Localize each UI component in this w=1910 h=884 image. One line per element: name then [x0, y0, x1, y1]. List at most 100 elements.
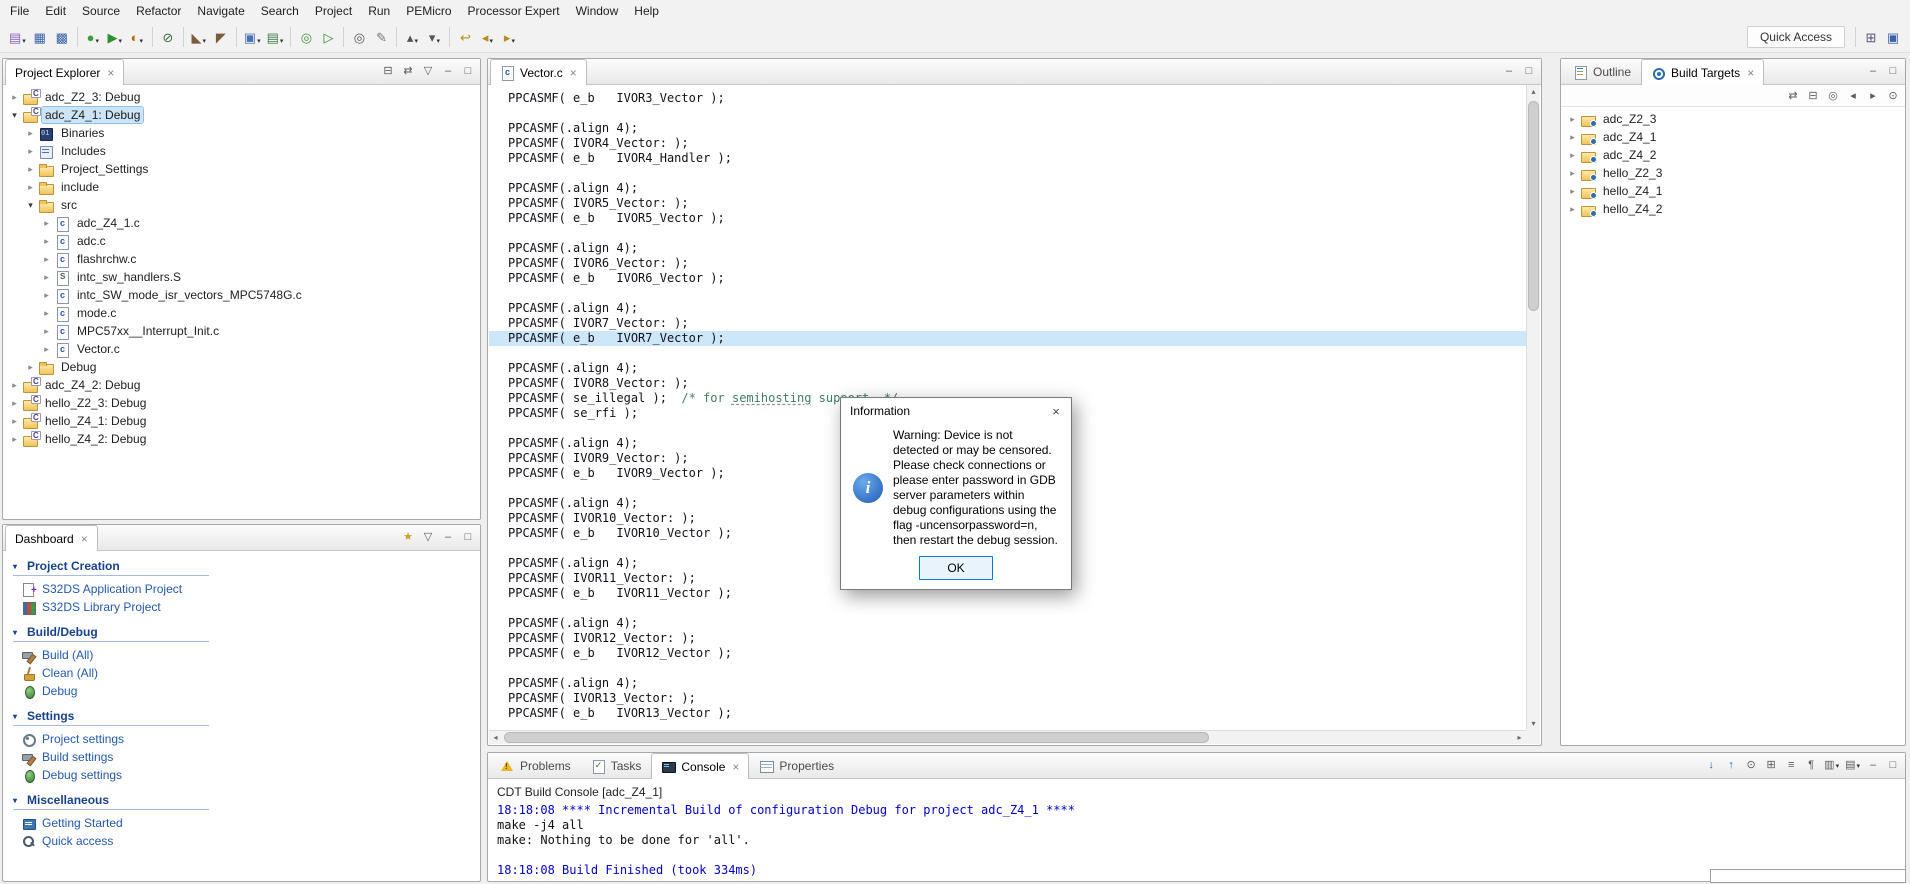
tree-item-adc-z4-1-debug[interactable]: ▾ adc_Z4_1: Debug [3, 106, 480, 124]
icon-minimize[interactable]: – [439, 527, 457, 546]
toolbar-button-search[interactable]: ◎ [348, 26, 370, 49]
toolbar-button-debug[interactable]: ● ▾ [82, 26, 104, 49]
expand-icon[interactable]: ▸ [7, 416, 22, 427]
toolbar-button-new-source-file[interactable]: ▤ ▾ [264, 26, 287, 49]
close-icon[interactable]: × [107, 66, 114, 80]
dashboard-link-project-settings[interactable]: Project settings [21, 730, 480, 748]
dashboard-link-clean-all[interactable]: Clean (All) [21, 664, 480, 682]
collapse-icon[interactable]: ▾ [23, 200, 38, 211]
code-line[interactable]: PPCASMF( e_b IVOR3_Vector ); [489, 91, 1526, 106]
icon-minimize[interactable]: – [1864, 61, 1882, 80]
toolbar-button-toggle-mark-occurrences[interactable]: ✎ [370, 26, 392, 49]
code-line[interactable] [489, 106, 1526, 121]
icon-minimize[interactable]: – [1500, 61, 1518, 80]
code-line[interactable]: PPCASMF( IVOR8_Vector: ); [489, 376, 1526, 391]
tab-vector-c[interactable]: Vector.c × [490, 59, 587, 85]
code-line[interactable]: PPCASMF( IVOR4_Vector: ); [489, 136, 1526, 151]
tree-item-include[interactable]: ▸ include [3, 178, 480, 196]
dashboard-link-debug-settings[interactable]: Debug settings [21, 766, 480, 784]
expand-icon[interactable]: ▸ [1565, 204, 1580, 215]
expand-icon[interactable]: ▸ [7, 92, 22, 103]
menu-navigate[interactable]: Navigate [189, 1, 252, 21]
build-target-adc-z4-2[interactable]: ▸ adc_Z4_2 [1561, 146, 1905, 164]
scroll-right-icon[interactable]: ▸ [1513, 731, 1526, 744]
expand-icon[interactable]: ▸ [23, 362, 38, 373]
toolbar-button-next-annotation[interactable]: ▾ ▾ [423, 26, 445, 49]
icon-sort[interactable]: ⇄ [1784, 86, 1802, 105]
editor-horizontal-scrollbar[interactable]: ◂ ▸ [489, 730, 1526, 744]
dialog-close-icon[interactable]: × [1041, 398, 1071, 424]
icon-open-console[interactable]: ▤ ▾ [1843, 755, 1862, 774]
horizontal-scrollbar-thumb[interactable] [504, 732, 1210, 743]
expand-icon[interactable]: ▸ [1565, 150, 1580, 161]
menu-edit[interactable]: Edit [37, 1, 74, 21]
toolbar-button-cpp-perspective[interactable]: ▣ [1882, 26, 1904, 49]
build-target-hello-z4-2[interactable]: ▸ hello_Z4_2 [1561, 200, 1905, 218]
code-line[interactable]: PPCASMF(.align 4); [489, 121, 1526, 136]
tree-item-debug[interactable]: ▸ Debug [3, 358, 480, 376]
dashboard-link-getting-started[interactable]: Getting Started [21, 814, 480, 832]
code-line[interactable]: PPCASMF( IVOR6_Vector: ); [489, 256, 1526, 271]
toolbar-button-run[interactable]: ▶ ▾ [104, 26, 126, 49]
code-line[interactable]: PPCASMF( e_b IVOR5_Vector ); [489, 211, 1526, 226]
dashboard-link-quick-access[interactable]: Quick access [21, 832, 480, 850]
expand-icon[interactable]: ▸ [23, 146, 38, 157]
code-line[interactable]: PPCASMF( e_b IVOR4_Handler ); [489, 151, 1526, 166]
build-target-hello-z2-3[interactable]: ▸ hello_Z2_3 [1561, 164, 1905, 182]
tab-console[interactable]: Console × [651, 753, 750, 779]
editor-vertical-scrollbar[interactable]: ▴ ▾ [1526, 85, 1540, 730]
tab-build-targets[interactable]: Build Targets × [1641, 59, 1765, 85]
tree-item-binaries[interactable]: ▸ Binaries [3, 124, 480, 142]
expand-icon[interactable]: ▸ [39, 290, 54, 301]
toolbar-button-run-configurations[interactable]: ▷ [317, 26, 339, 49]
icon-collapse-all[interactable]: ⊟ [1804, 86, 1822, 105]
icon-back[interactable]: ◂ [1844, 86, 1862, 105]
vertical-scrollbar-thumb[interactable] [1528, 101, 1539, 311]
expand-icon[interactable]: ▸ [39, 254, 54, 265]
code-line[interactable] [489, 661, 1526, 676]
menu-pemicro[interactable]: PEMicro [398, 1, 459, 21]
tree-item-hello-z4-1-debug[interactable]: ▸ hello_Z4_1: Debug [3, 412, 480, 430]
close-icon[interactable]: × [81, 532, 88, 546]
icon-show-console-on-output[interactable]: ↓ [1702, 755, 1720, 774]
code-line[interactable]: PPCASMF( IVOR5_Vector: ); [489, 196, 1526, 211]
menu-project[interactable]: Project [307, 1, 360, 21]
code-line[interactable] [489, 166, 1526, 181]
expand-icon[interactable]: ▸ [1565, 186, 1580, 197]
menu-source[interactable]: Source [74, 1, 128, 21]
tree-item-adc-z4-1-c[interactable]: ▸ adc_Z4_1.c [3, 214, 480, 232]
ok-button[interactable]: OK [919, 556, 993, 580]
tree-item-includes[interactable]: ▸ Includes [3, 142, 480, 160]
code-line[interactable] [489, 346, 1526, 361]
tree-item-project-settings[interactable]: ▸ Project_Settings [3, 160, 480, 178]
toolbar-button-last-edit-location[interactable]: ↩ [454, 26, 476, 49]
toolbar-button-build[interactable]: ◣ ▾ [188, 26, 210, 49]
tree-item-vector-c[interactable]: ▸ Vector.c [3, 340, 480, 358]
icon-minimize[interactable]: – [1864, 755, 1882, 774]
tab-dashboard[interactable]: Dashboard × [5, 525, 98, 551]
toolbar-button-save[interactable]: ▦ [29, 26, 51, 49]
expand-icon[interactable]: ▸ [39, 344, 54, 355]
dashboard-link-s32ds-application-project[interactable]: S32DS Application Project [21, 580, 480, 598]
section-header-miscellaneous[interactable]: ▾ Miscellaneous [13, 793, 209, 810]
tree-item-flashrchw-c[interactable]: ▸ flashrchw.c [3, 250, 480, 268]
icon-maximize[interactable]: □ [1520, 61, 1538, 80]
close-icon[interactable]: × [732, 760, 739, 774]
toolbar-button-save-all[interactable]: ▩ [51, 26, 73, 49]
build-target-hello-z4-1[interactable]: ▸ hello_Z4_1 [1561, 182, 1905, 200]
menu-help[interactable]: Help [626, 1, 667, 21]
icon-link-with-editor[interactable]: ⇄ [399, 61, 417, 80]
icon-clear-console[interactable]: ⊞ [1762, 755, 1780, 774]
toolbar-button-new-c-cpp-project[interactable]: ▣ ▾ [241, 26, 264, 49]
expand-icon[interactable]: ▸ [39, 326, 54, 337]
icon-customize[interactable]: ★ [399, 527, 417, 546]
icon-maximize[interactable]: □ [1884, 755, 1902, 774]
expand-icon[interactable]: ▸ [7, 434, 22, 445]
dashboard-link-s32ds-library-project[interactable]: S32DS Library Project [21, 598, 480, 616]
build-target-adc-z4-1[interactable]: ▸ adc_Z4_1 [1561, 128, 1905, 146]
toolbar-button-previous-annotation[interactable]: ▴ ▾ [401, 26, 423, 49]
close-icon[interactable]: × [570, 66, 577, 80]
code-line[interactable]: PPCASMF(.align 4); [489, 361, 1526, 376]
code-line[interactable]: PPCASMF(.align 4); [489, 616, 1526, 631]
code-line[interactable]: PPCASMF(.align 4); [489, 181, 1526, 196]
